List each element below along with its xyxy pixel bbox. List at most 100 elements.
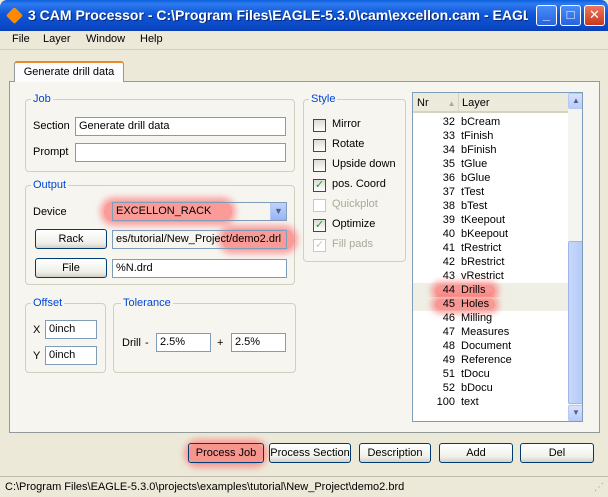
layer-number: 38 <box>442 200 455 212</box>
style-legend: Style <box>309 93 338 105</box>
column-layer[interactable]: Layer <box>458 93 568 113</box>
style-checkbox-optimize[interactable]: ✓ <box>313 219 326 232</box>
layer-number: 100 <box>436 396 455 408</box>
menu-file[interactable]: File <box>12 33 30 45</box>
layer-list[interactable]: Nr ▲ Layer 32 bCream 33 tFinish 34 bFinish 35 t… <box>412 92 583 422</box>
description-button[interactable]: Description <box>359 443 431 463</box>
tolerance-plus-input[interactable]: 2.5% <box>231 333 286 352</box>
layer-name: bDocu <box>461 382 493 394</box>
style-checkbox-pos-coord[interactable]: ✓ <box>313 179 326 192</box>
layer-number: 51 <box>442 368 455 380</box>
section-input[interactable]: Generate drill data <box>75 117 286 136</box>
layer-row[interactable]: 39 tKeepout <box>413 213 568 227</box>
layer-number: 35 <box>442 158 455 170</box>
menu-layer[interactable]: Layer <box>43 33 71 45</box>
layer-row[interactable]: 34 bFinish <box>413 143 568 157</box>
offset-y-input[interactable]: 0inch <box>45 346 97 365</box>
layer-number: 40 <box>442 228 455 240</box>
layer-row[interactable]: 44 Drills <box>413 283 568 297</box>
status-bar: C:\Program Files\EAGLE-5.3.0\projects\ex… <box>0 476 608 497</box>
layer-row[interactable]: 49 Reference <box>413 353 568 367</box>
device-select[interactable]: EXCELLON_RACK ▼ <box>112 202 287 221</box>
layer-row[interactable]: 40 bKeepout <box>413 227 568 241</box>
add-button[interactable]: Add <box>439 443 513 463</box>
layer-name: tGlue <box>461 158 488 170</box>
layer-row[interactable]: 100 text <box>413 395 568 409</box>
style-checkbox-rotate[interactable] <box>313 139 326 152</box>
plus-sign: + <box>217 337 224 349</box>
layer-number: 49 <box>442 354 455 366</box>
layer-row[interactable]: 32 bCream <box>413 115 568 129</box>
layer-row[interactable]: 33 tFinish <box>413 129 568 143</box>
style-checkbox-mirror[interactable] <box>313 119 326 132</box>
menu-window[interactable]: Window <box>86 33 125 45</box>
offset-y-label: Y <box>33 350 41 362</box>
layer-name: Document <box>461 340 512 352</box>
section-label: Section <box>33 120 70 132</box>
layer-row[interactable]: 45 Holes <box>413 297 568 311</box>
chevron-down-icon[interactable]: ▼ <box>270 203 286 220</box>
style-option-label: pos. Coord <box>332 178 386 190</box>
layer-name: bFinish <box>461 144 497 156</box>
layer-name: vRestrict <box>461 270 504 282</box>
layer-number: 41 <box>442 242 455 254</box>
layer-row[interactable]: 41 tRestrict <box>413 241 568 255</box>
offset-x-input[interactable]: 0inch <box>45 320 97 339</box>
file-button[interactable]: File <box>35 258 107 278</box>
layer-row[interactable]: 38 bTest <box>413 199 568 213</box>
layer-name: bCream <box>461 116 501 128</box>
layer-row[interactable]: 46 Milling <box>413 311 568 325</box>
layer-row[interactable]: 47 Measures <box>413 325 568 339</box>
layer-row[interactable]: 48 Document <box>413 339 568 353</box>
layer-list-scrollbar[interactable]: ▲ ▼ <box>568 93 582 421</box>
layer-name: tFinish <box>461 130 494 142</box>
layer-row[interactable]: 42 bRestrict <box>413 255 568 269</box>
device-value: EXCELLON_RACK <box>116 205 212 217</box>
layer-number: 45 <box>442 298 455 310</box>
del-button[interactable]: Del <box>520 443 594 463</box>
layer-name: bKeepout <box>461 228 509 240</box>
rack-button[interactable]: Rack <box>35 229 107 249</box>
process-job-button[interactable]: Process Job <box>188 443 264 463</box>
layer-row[interactable]: 52 bDocu <box>413 381 568 395</box>
minimize-button[interactable]: _ <box>536 5 557 26</box>
file-input[interactable]: %N.drd <box>112 259 287 278</box>
layer-number: 47 <box>442 326 455 338</box>
tab-generate-drill-data[interactable]: Generate drill data <box>14 61 124 82</box>
window-title: 3 CAM Processor - C:\Program Files\EAGLE… <box>28 7 528 23</box>
layer-name: Milling <box>461 312 493 324</box>
layer-number: 36 <box>442 172 455 184</box>
layer-name: bRestrict <box>461 256 505 268</box>
layer-name: Drills <box>461 284 486 296</box>
prompt-label: Prompt <box>33 146 69 158</box>
layer-number: 33 <box>442 130 455 142</box>
menu-help[interactable]: Help <box>140 33 163 45</box>
scroll-thumb[interactable] <box>568 241 582 404</box>
layer-name: text <box>461 396 479 408</box>
drill-label: Drill <box>122 337 141 349</box>
layer-name: Reference <box>461 354 512 366</box>
prompt-input[interactable] <box>75 143 286 162</box>
layer-name: bTest <box>461 200 488 212</box>
layer-number: 39 <box>442 214 455 226</box>
scroll-down-icon[interactable]: ▼ <box>568 405 582 421</box>
rack-input[interactable]: es/tutorial/New_Project/demo2.drl <box>112 230 287 249</box>
offset-legend: Offset <box>31 297 65 309</box>
layer-row[interactable]: 35 tGlue <box>413 157 568 171</box>
close-button[interactable]: ✕ <box>584 5 605 26</box>
resize-grip-icon[interactable]: ⋰ <box>594 482 606 494</box>
scroll-up-icon[interactable]: ▲ <box>568 93 582 109</box>
output-legend: Output <box>31 179 69 191</box>
tolerance-minus-input[interactable]: 2.5% <box>156 333 211 352</box>
layer-row[interactable]: 36 bGlue <box>413 171 568 185</box>
layer-row[interactable]: 37 tTest <box>413 185 568 199</box>
layer-row[interactable]: 51 tDocu <box>413 367 568 381</box>
layer-row[interactable]: 43 vRestrict <box>413 269 568 283</box>
layer-name: Holes <box>461 298 490 310</box>
process-section-button[interactable]: Process Section <box>269 443 351 463</box>
maximize-button[interactable]: □ <box>560 5 581 26</box>
style-option-label: Fill pads <box>332 238 373 250</box>
offset-x-label: X <box>33 324 41 336</box>
style-checkbox-upside-down[interactable] <box>313 159 326 172</box>
tolerance-legend: Tolerance <box>121 297 173 309</box>
